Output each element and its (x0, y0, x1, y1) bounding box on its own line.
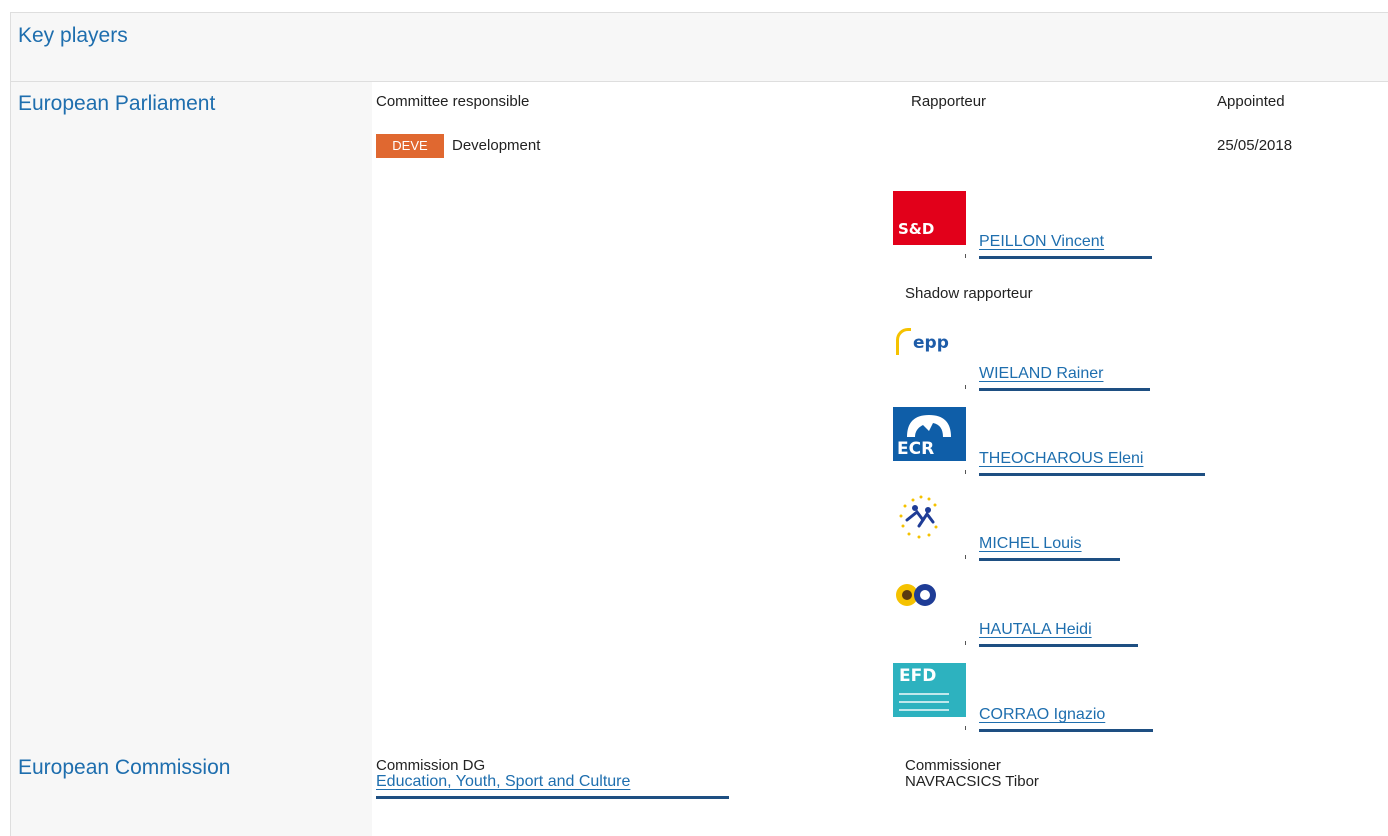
rapporteur-link[interactable]: PEILLON Vincent (979, 232, 1104, 252)
section-title: Key players (18, 24, 128, 47)
link-underline-bar (979, 388, 1150, 391)
epp-group-logo-icon: epp (893, 322, 966, 376)
commissioner-name: NAVRACSICS Tibor (905, 773, 1039, 790)
commission-name: European Commission (18, 756, 231, 779)
logo-tick (965, 555, 966, 559)
appointed-date: 25/05/2018 (1217, 137, 1293, 154)
alde-group-logo-icon (893, 492, 966, 546)
logo-tick (965, 641, 966, 645)
ecr-group-logo-icon: ECR (893, 407, 966, 461)
greens-efa-group-logo-icon (893, 578, 966, 632)
commission-dg-link[interactable]: Education, Youth, Sport and Culture (376, 772, 630, 792)
sd-group-logo-icon: S&D (893, 191, 966, 245)
shadow-rapporteur-link[interactable]: HAUTALA Heidi (979, 620, 1092, 640)
epp-swoosh (896, 328, 911, 355)
shadow-rapporteur-header: Shadow rapporteur (905, 285, 1033, 302)
link-underline-bar (979, 473, 1205, 476)
parliament-name: European Parliament (18, 92, 216, 115)
committee-name: Development (452, 137, 541, 154)
institution-column (10, 82, 372, 836)
efd-logo-text: EFD (899, 666, 937, 686)
logo-tick (965, 726, 966, 730)
rapporteur-header: Rapporteur (911, 93, 987, 110)
committee-code-badge: DEVE (376, 134, 444, 158)
efd-stripe (899, 701, 949, 703)
key-players-header (10, 12, 1388, 82)
shadow-rapporteur-link[interactable]: MICHEL Louis (979, 534, 1082, 554)
link-underline-bar (979, 729, 1153, 732)
link-underline-bar (979, 256, 1152, 259)
link-underline-bar (979, 558, 1120, 561)
ecr-logo-text: ECR (897, 439, 935, 459)
efd-stripe (899, 709, 949, 711)
committee-responsible-header: Committee responsible (376, 93, 530, 110)
alde-logo-graphic (899, 495, 938, 539)
efdd-group-logo-icon: EFD (893, 663, 966, 717)
key-players-page: Key players European Parliament Committe… (0, 0, 1388, 836)
link-underline-bar (376, 796, 729, 799)
epp-logo-text: epp (913, 333, 949, 353)
sd-logo-text: S&D (898, 220, 935, 238)
shadow-rapporteur-link[interactable]: WIELAND Rainer (979, 364, 1103, 384)
logo-tick (965, 254, 966, 258)
logo-tick (965, 470, 966, 474)
link-underline-bar (979, 644, 1138, 647)
efd-stripe (899, 693, 949, 695)
greens-logo-graphic (896, 584, 936, 606)
shadow-rapporteur-link[interactable]: THEOCHAROUS Eleni (979, 449, 1143, 469)
logo-tick (965, 385, 966, 389)
shadow-rapporteur-link[interactable]: CORRAO Ignazio (979, 705, 1105, 725)
appointed-header: Appointed (1217, 93, 1285, 110)
